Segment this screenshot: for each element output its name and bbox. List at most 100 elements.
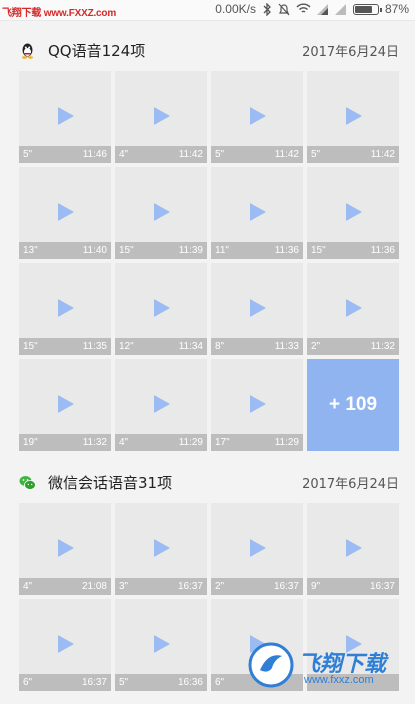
voice-time: 11:42 — [370, 149, 395, 160]
voice-duration: 15" — [23, 341, 38, 352]
tile-info-bar: 13" 11:40 — [19, 242, 111, 259]
voice-duration: 5" — [215, 149, 225, 160]
bluetooth-icon — [263, 2, 271, 16]
voice-duration: 9" — [311, 581, 321, 592]
voice-duration: 15" — [119, 245, 134, 256]
play-icon — [58, 203, 74, 221]
battery-icon — [352, 3, 382, 15]
voice-tile[interactable]: 15" 11:36 — [307, 167, 399, 259]
voice-tile[interactable]: 4" 11:42 — [115, 71, 207, 163]
bell-muted-icon — [278, 3, 290, 15]
voice-time: 11:36 — [274, 245, 299, 256]
network-speed: 0.00K/s — [215, 2, 256, 16]
play-icon — [154, 635, 170, 653]
voice-tile[interactable]: 11" 11:36 — [211, 167, 303, 259]
voice-time: 11:40 — [82, 245, 107, 256]
voice-duration: 6" — [215, 677, 225, 688]
voice-time: 11:42 — [274, 149, 299, 160]
voice-tile[interactable]: 3" 16:37 — [115, 503, 207, 595]
voice-duration: 2" — [311, 341, 321, 352]
play-icon — [250, 395, 266, 413]
voice-time: 11:29 — [274, 437, 299, 448]
voice-duration: 6" — [23, 677, 33, 688]
play-icon — [346, 203, 362, 221]
voice-tile[interactable]: 15" 11:39 — [115, 167, 207, 259]
voice-tile[interactable]: 2" 16:37 — [211, 503, 303, 595]
voice-tile[interactable]: 8" 11:33 — [211, 263, 303, 355]
voice-duration: 19" — [23, 437, 38, 448]
voice-tile[interactable]: 15" 11:35 — [19, 263, 111, 355]
play-icon — [154, 203, 170, 221]
voice-tile[interactable]: 19" 11:32 — [19, 359, 111, 451]
signal-icon — [316, 3, 328, 15]
tile-info-bar: 19" 11:32 — [19, 434, 111, 451]
battery-percent: 87% — [384, 2, 409, 16]
play-icon — [58, 299, 74, 317]
section-title: 微信会话语音31项 — [48, 473, 173, 492]
voice-tile[interactable]: 5" 11:42 — [307, 71, 399, 163]
voice-tile[interactable]: 5" 11:46 — [19, 71, 111, 163]
section-title: QQ语音124项 — [48, 41, 146, 60]
tile-info-bar: 15" 11:35 — [19, 338, 111, 355]
voice-duration: 5" — [119, 677, 129, 688]
voice-time: 11:39 — [178, 245, 203, 256]
qq-penguin-icon — [22, 43, 33, 59]
status-bar: 飞翔下载 www.FXXZ.com 0.00K/s 87% — [0, 0, 415, 21]
voice-duration: 12" — [119, 341, 134, 352]
tile-info-bar: 3" 16:37 — [115, 578, 207, 595]
play-icon — [250, 299, 266, 317]
voice-tile[interactable]: 12" 11:34 — [115, 263, 207, 355]
voice-tile[interactable]: 4" 21:08 — [19, 503, 111, 595]
voice-time: 11:32 — [370, 341, 395, 352]
voice-duration: 2" — [215, 581, 225, 592]
voice-grid-qq: 5" 11:46 4" 11:42 5" 11:42 5" 11:42 13" 11:40 15" 1… — [19, 71, 399, 451]
status-icons: 0.00K/s 87% — [215, 2, 409, 16]
voice-time: 16:36 — [177, 677, 203, 688]
play-icon — [58, 539, 74, 557]
section-date: 2017年6月24日 — [302, 476, 399, 492]
voice-tile[interactable]: 4" 11:29 — [115, 359, 207, 451]
voice-time: 16:37 — [369, 581, 395, 592]
tile-info-bar: 11" 11:36 — [211, 242, 303, 259]
play-icon — [154, 539, 170, 557]
watermark-text: 飞翔下载 www.FXXZ.com — [2, 8, 117, 19]
voice-tile[interactable]: 13" 11:40 — [19, 167, 111, 259]
play-icon — [250, 539, 266, 557]
voice-time: 11:46 — [82, 149, 107, 160]
voice-tile[interactable]: 6" 16:37 — [19, 599, 111, 691]
voice-duration: 11" — [215, 245, 229, 256]
more-count: + 109 — [328, 394, 378, 415]
voice-time: 11:33 — [274, 341, 299, 352]
footer-site: www.fxxz.com — [304, 674, 374, 686]
more-items-button[interactable]: + 109 — [307, 359, 399, 451]
tile-info-bar: 4" 11:29 — [115, 434, 207, 451]
tile-info-bar: 12" 11:34 — [115, 338, 207, 355]
voice-duration: 4" — [119, 149, 129, 160]
voice-time: 11:36 — [370, 245, 395, 256]
voice-time: 11:29 — [178, 437, 203, 448]
voice-duration: 8" — [215, 341, 225, 352]
tile-info-bar: 15" 11:39 — [115, 242, 207, 259]
voice-tile[interactable]: 5" 16:36 — [115, 599, 207, 691]
voice-tile[interactable]: 17" 11:29 — [211, 359, 303, 451]
voice-tile[interactable]: 2" 11:32 — [307, 263, 399, 355]
play-icon — [250, 107, 266, 125]
voice-time: 11:32 — [82, 437, 107, 448]
play-icon — [58, 107, 74, 125]
tile-info-bar: 2" 16:37 — [211, 578, 303, 595]
play-icon — [346, 299, 362, 317]
wechat-icon — [19, 475, 36, 490]
voice-duration: 5" — [311, 149, 321, 160]
tile-info-bar: 4" 11:42 — [115, 146, 207, 163]
fxxz-logo-icon — [248, 642, 294, 688]
voice-time: 11:42 — [178, 149, 203, 160]
voice-tile[interactable]: 9" 16:37 — [307, 503, 399, 595]
play-icon — [154, 299, 170, 317]
tile-info-bar: 5" 16:36 — [115, 674, 207, 691]
voice-duration: 3" — [119, 581, 129, 592]
voice-time: 16:37 — [177, 581, 203, 592]
voice-tile[interactable]: 5" 11:42 — [211, 71, 303, 163]
play-icon — [154, 107, 170, 125]
voice-duration: 4" — [119, 437, 129, 448]
voice-time: 11:34 — [178, 341, 203, 352]
